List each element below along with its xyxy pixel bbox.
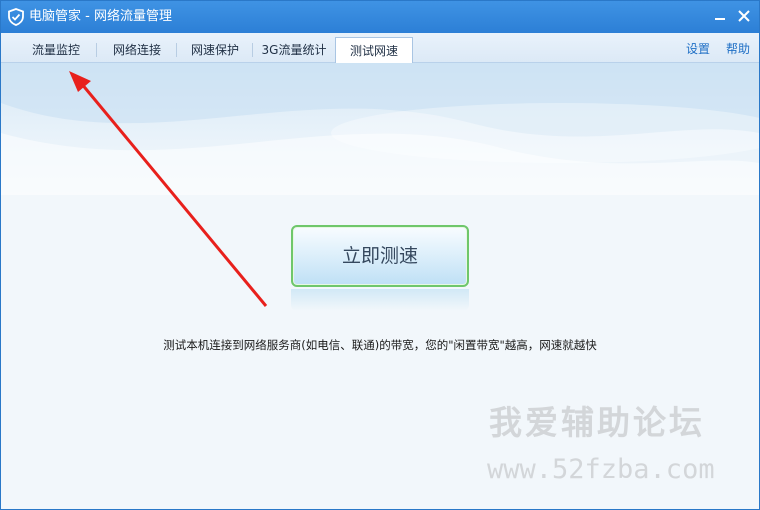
close-icon[interactable] [737,9,751,23]
minimize-icon[interactable] [713,9,727,23]
watermark-url: www.52fzba.com [487,454,715,485]
speed-test-button[interactable]: 立即测速 [291,225,469,287]
help-link[interactable]: 帮助 [726,40,750,57]
watermark-title: 我爱辅助论坛 [489,403,705,442]
tab-speed-protection[interactable]: 网速保护 [177,37,253,63]
banner-decoration [1,63,759,195]
tab-traffic-monitor[interactable]: 流量监控 [15,37,97,63]
tab-network-connections[interactable]: 网络连接 [97,37,177,63]
speed-test-panel: 立即测速 测试本机连接到网络服务商(如电信、联通)的带宽，您的"闲置带宽"越高，… [1,63,759,509]
tab-3g-traffic-stats[interactable]: 3G流量统计 [253,37,335,63]
app-window: 电脑管家 - 网络流量管理 流量监控 网络连接 网速保护 3G流量统计 测试网速… [0,0,760,510]
header-banner [1,63,759,195]
tab-bar: 流量监控 网络连接 网速保护 3G流量统计 测试网速 设置 帮助 [1,33,759,64]
shield-check-icon [8,8,24,26]
button-reflection [291,289,469,311]
settings-link[interactable]: 设置 [686,40,710,57]
speed-test-description: 测试本机连接到网络服务商(如电信、联通)的带宽，您的"闲置带宽"越高，网速就越快 [163,338,597,352]
title-bar: 电脑管家 - 网络流量管理 [1,1,759,33]
tab-speed-test[interactable]: 测试网速 [335,37,413,64]
window-title: 电脑管家 - 网络流量管理 [29,9,172,24]
